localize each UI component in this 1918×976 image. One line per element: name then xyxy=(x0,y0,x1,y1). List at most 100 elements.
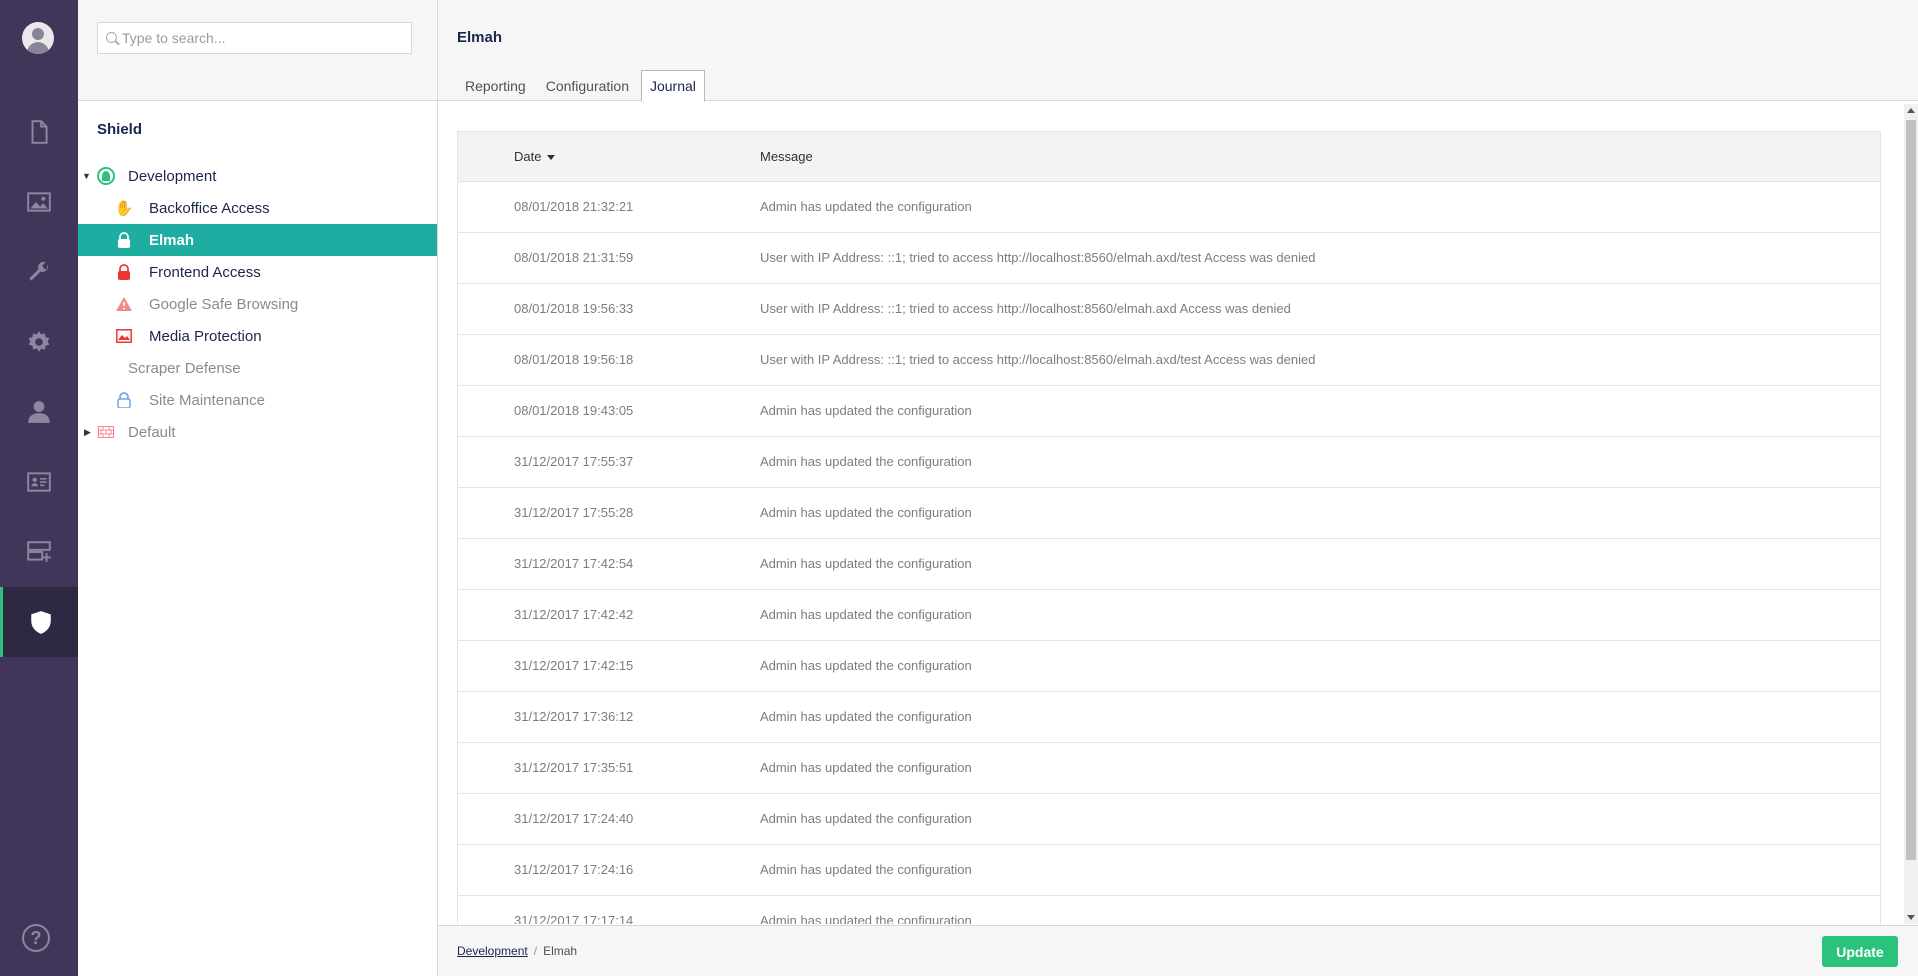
tree-header: Type to search... xyxy=(78,0,437,101)
row-date: 08/01/2018 19:56:18 xyxy=(514,352,634,367)
row-date: 31/12/2017 17:24:16 xyxy=(514,862,634,877)
sort-desc-icon xyxy=(547,155,556,161)
tree-node-elmah[interactable]: Elmah xyxy=(78,224,437,256)
scroll-up-icon[interactable] xyxy=(1907,108,1915,113)
row-message: Admin has updated the configuration xyxy=(760,505,972,520)
users-section[interactable] xyxy=(0,377,78,447)
row-date: 08/01/2018 19:56:33 xyxy=(514,301,634,316)
caret-down-icon[interactable]: ▼ xyxy=(82,171,91,181)
row-message: User with IP Address: ::1; tried to acce… xyxy=(760,352,1316,367)
row-message: Admin has updated the configuration xyxy=(760,607,972,622)
editor-panel: Elmah Reporting Configuration Journal Da… xyxy=(438,0,1918,976)
table-row: 31/12/2017 17:42:54 Admin has updated the… xyxy=(458,539,1880,590)
row-message: Admin has updated the configuration xyxy=(760,862,972,877)
date-header-label: Date xyxy=(514,149,542,164)
tree-node-scraper-defense[interactable]: Scraper Defense xyxy=(78,352,437,384)
tab-bar: Reporting Configuration Journal xyxy=(457,70,709,102)
lock-icon xyxy=(116,232,132,248)
server-add-icon xyxy=(27,541,51,562)
message-column-header: Message xyxy=(760,149,813,164)
table-row: 31/12/2017 17:35:51 Admin has updated the… xyxy=(458,743,1880,794)
tab-reporting[interactable]: Reporting xyxy=(457,70,534,102)
search-placeholder: Type to search... xyxy=(122,30,226,46)
row-message: Admin has updated the configuration xyxy=(760,199,972,214)
row-message: Admin has updated the configuration xyxy=(760,811,972,826)
id-card-icon xyxy=(27,472,51,492)
update-button[interactable]: Update xyxy=(1822,936,1898,967)
row-date: 08/01/2018 19:43:05 xyxy=(514,403,634,418)
tree-node-label: Google Safe Browsing xyxy=(149,295,299,313)
tree-node-media-protection[interactable]: Media Protection xyxy=(78,320,437,352)
table-row: 31/12/2017 17:24:16 Admin has updated the… xyxy=(458,845,1880,896)
tree-node-frontend-access[interactable]: Frontend Access xyxy=(78,256,437,288)
tree-node-label: Elmah xyxy=(149,231,195,249)
row-date: 31/12/2017 17:36:12 xyxy=(514,709,634,724)
row-date: 08/01/2018 21:31:59 xyxy=(514,250,634,265)
lock-icon xyxy=(116,392,132,408)
breadcrumb-development[interactable]: Development xyxy=(457,944,528,958)
table-row: 31/12/2017 17:17:14 Admin has updated the… xyxy=(458,896,1880,924)
row-date: 31/12/2017 17:42:42 xyxy=(514,607,634,622)
gear-icon xyxy=(28,331,50,352)
tree-node-label: Development xyxy=(128,167,217,185)
help-icon[interactable]: ? xyxy=(22,924,50,952)
image-icon xyxy=(27,192,51,212)
shield-section[interactable] xyxy=(0,587,78,657)
user-avatar[interactable] xyxy=(22,22,54,54)
tree-title: Shield xyxy=(97,121,143,138)
row-message: Admin has updated the configuration xyxy=(760,760,972,775)
table-row: 08/01/2018 19:43:05 Admin has updated the… xyxy=(458,386,1880,437)
image-icon xyxy=(116,328,132,344)
search-icon xyxy=(106,32,117,43)
date-column-header[interactable]: Date xyxy=(514,149,556,164)
table-row: 08/01/2018 19:56:18 User with IP Address:… xyxy=(458,335,1880,386)
tree-node-site-maintenance[interactable]: Site Maintenance xyxy=(78,384,437,416)
settings-section[interactable] xyxy=(0,237,78,307)
lock-icon xyxy=(116,264,132,280)
tree-node-development[interactable]: ▼ Development xyxy=(78,160,437,192)
table-row: 31/12/2017 17:42:42 Admin has updated the… xyxy=(458,590,1880,641)
row-message: Admin has updated the configuration xyxy=(760,709,972,724)
scrollbar[interactable] xyxy=(1904,104,1918,924)
warning-icon xyxy=(116,296,132,312)
row-message: Admin has updated the configuration xyxy=(760,403,972,418)
tree-node-label: Backoffice Access xyxy=(149,199,270,217)
developer-section[interactable] xyxy=(0,307,78,377)
members-section[interactable] xyxy=(0,447,78,517)
tree-node-google-safe-browsing[interactable]: Google Safe Browsing xyxy=(78,288,437,320)
table-row: 31/12/2017 17:42:15 Admin has updated the… xyxy=(458,641,1880,692)
forms-section[interactable] xyxy=(0,517,78,587)
table-row: 31/12/2017 17:36:12 Admin has updated the… xyxy=(458,692,1880,743)
tree-panel: Type to search... Shield ▼ Development ✋… xyxy=(78,0,438,976)
search-input[interactable]: Type to search... xyxy=(97,22,412,54)
tree-node-default[interactable]: ▶ Default xyxy=(78,416,437,448)
table-body: 08/01/2018 21:32:21 Admin has updated the… xyxy=(458,182,1880,924)
journal-table: Date Message 08/01/2018 21:32:21 Admin ha… xyxy=(457,131,1881,924)
tree-node-label: Site Maintenance xyxy=(149,391,265,409)
row-date: 31/12/2017 17:17:14 xyxy=(514,913,634,924)
firewall-icon xyxy=(98,424,114,440)
scroll-down-icon[interactable] xyxy=(1907,915,1915,920)
tree-node-label: Default xyxy=(128,423,176,441)
row-message: Admin has updated the configuration xyxy=(760,556,972,571)
editor-header: Elmah Reporting Configuration Journal xyxy=(438,0,1918,102)
scrollbar-thumb[interactable] xyxy=(1906,120,1916,860)
breadcrumb-elmah: Elmah xyxy=(543,944,578,958)
tree-node-backoffice-access[interactable]: ✋ Backoffice Access xyxy=(78,192,437,224)
caret-right-icon[interactable]: ▶ xyxy=(84,427,91,438)
table-row: 08/01/2018 21:31:59 User with IP Address:… xyxy=(458,233,1880,284)
table-header: Date Message xyxy=(458,131,1880,182)
table-row: 31/12/2017 17:55:37 Admin has updated the… xyxy=(458,437,1880,488)
content-section[interactable] xyxy=(0,97,78,167)
row-message: Admin has updated the configuration xyxy=(760,454,972,469)
tab-configuration[interactable]: Configuration xyxy=(538,70,637,102)
row-message: Admin has updated the configuration xyxy=(760,913,972,924)
editor-footer: Development / Elmah Update xyxy=(438,925,1918,976)
table-row: 08/01/2018 21:32:21 Admin has updated the… xyxy=(458,182,1880,233)
media-section[interactable] xyxy=(0,167,78,237)
row-message: User with IP Address: ::1; tried to acce… xyxy=(760,250,1316,265)
breadcrumb-separator: / xyxy=(533,944,538,958)
tab-journal[interactable]: Journal xyxy=(640,70,705,102)
row-date: 31/12/2017 17:55:28 xyxy=(514,505,634,520)
table-row: 08/01/2018 19:56:33 User with IP Address:… xyxy=(458,284,1880,335)
